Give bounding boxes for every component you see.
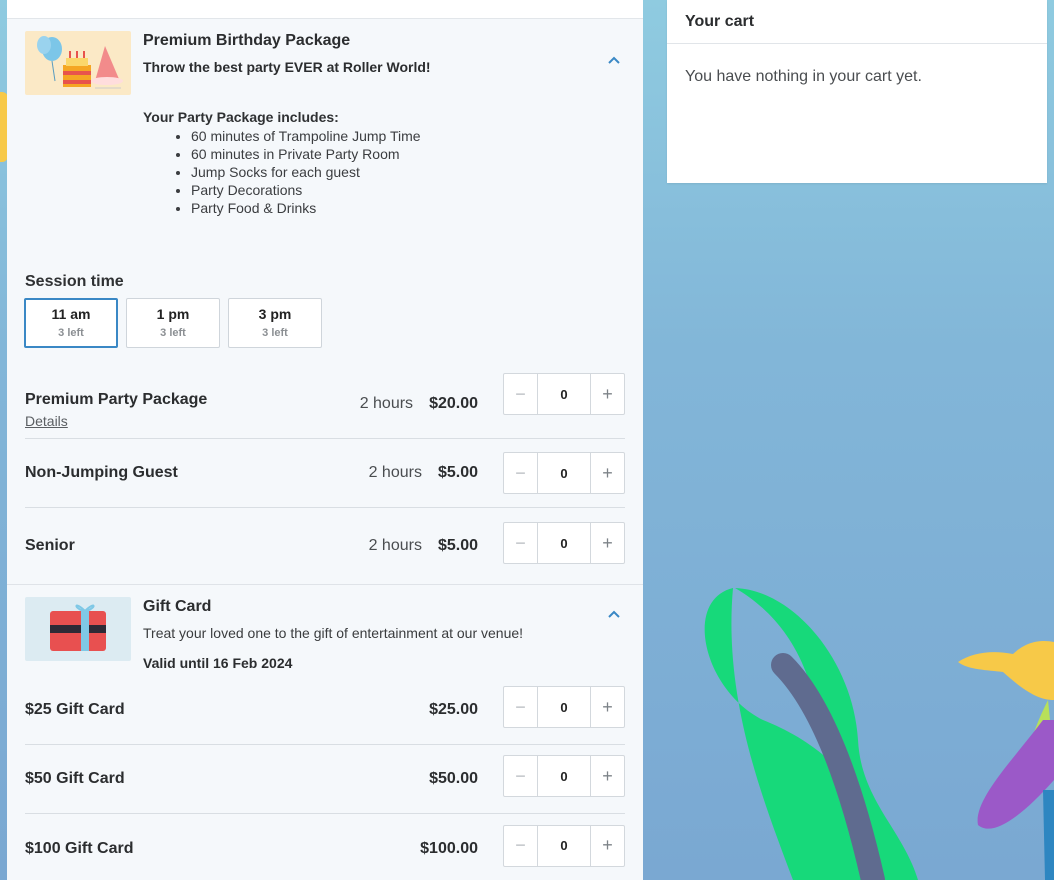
- gift-card-title: Gift Card: [143, 598, 212, 615]
- gift-card-row-25: $25 Gift Card $25.00 − 0 +: [25, 676, 625, 745]
- session-time: 3 pm: [258, 306, 292, 322]
- session-option-11am[interactable]: 11 am 3 left: [24, 298, 118, 348]
- session-time-label: Session time: [25, 273, 124, 290]
- increment-button[interactable]: +: [590, 687, 624, 727]
- increment-button[interactable]: +: [590, 453, 624, 493]
- quantity-value[interactable]: 0: [538, 374, 590, 414]
- birthday-thumbnail: [25, 31, 131, 95]
- list-item: 60 minutes of Trampoline Jump Time: [191, 127, 625, 145]
- list-item: Party Decorations: [191, 181, 625, 199]
- gift-card-validity: Valid until 16 Feb 2024: [143, 655, 293, 671]
- list-item: Party Food & Drinks: [191, 199, 625, 217]
- quantity-value[interactable]: 0: [538, 756, 590, 796]
- top-strip: [7, 0, 643, 19]
- chevron-up-icon[interactable]: [607, 609, 621, 619]
- ticket-duration: 2 hours: [368, 464, 422, 481]
- ticket-name: Senior: [25, 537, 75, 554]
- ticket-name: Premium Party Package: [25, 390, 208, 408]
- ticket-info: Non-Jumping Guest: [25, 464, 369, 482]
- quantity-value[interactable]: 0: [538, 687, 590, 727]
- ticket-price: $50.00: [429, 770, 478, 787]
- quantity-stepper: − 0 +: [503, 373, 625, 415]
- list-item: Jump Socks for each guest: [191, 163, 625, 181]
- gift-card-thumbnail: [25, 597, 131, 661]
- session-availability: 3 left: [262, 327, 288, 339]
- ticket-price: $20.00: [429, 394, 478, 412]
- cart-title: Your cart: [667, 0, 1047, 44]
- decrement-button[interactable]: −: [504, 687, 538, 727]
- birthday-cake-icon: [37, 36, 123, 89]
- quantity-value[interactable]: 0: [538, 523, 590, 563]
- decrement-button[interactable]: −: [504, 453, 538, 493]
- increment-button[interactable]: +: [590, 825, 624, 866]
- gift-card-description: Treat your loved one to the gift of ente…: [143, 625, 524, 641]
- cart-empty-message: You have nothing in your cart yet.: [685, 68, 922, 85]
- ticket-row-premium-party-package: Premium Party Package Details 2 hours $2…: [25, 369, 625, 439]
- gift-card-row-50: $50 Gift Card $50.00 − 0 +: [25, 745, 625, 814]
- ticket-row-senior: Senior 2 hours $5.00 − 0 +: [25, 508, 625, 584]
- gift-card-header: Gift Card Treat your loved one to the gi…: [7, 585, 643, 671]
- birthday-tagline: Throw the best party EVER at Roller Worl…: [143, 59, 431, 75]
- session-time: 1 pm: [156, 306, 190, 322]
- ticket-info: $50 Gift Card: [25, 770, 429, 788]
- cart-panel: Your cart You have nothing in your cart …: [667, 0, 1047, 183]
- quantity-stepper: − 0 +: [503, 522, 625, 564]
- increment-button[interactable]: +: [590, 756, 624, 796]
- birthday-package-header: Premium Birthday Package Throw the best …: [7, 19, 643, 217]
- session-time-options: 11 am 3 left 1 pm 3 left 3 pm 3 left: [7, 291, 643, 348]
- session-option-3pm[interactable]: 3 pm 3 left: [228, 298, 322, 348]
- ticket-price: $25.00: [429, 701, 478, 718]
- increment-button[interactable]: +: [590, 374, 624, 414]
- increment-button[interactable]: +: [590, 523, 624, 563]
- quantity-stepper: − 0 +: [503, 824, 625, 867]
- chevron-up-icon[interactable]: [607, 55, 621, 65]
- ticket-price: $5.00: [437, 464, 478, 481]
- birthday-title: Premium Birthday Package: [143, 32, 351, 49]
- quantity-value[interactable]: 0: [538, 453, 590, 493]
- ticket-duration: 2 hours: [359, 394, 414, 412]
- quantity-value[interactable]: 0: [538, 826, 590, 866]
- quantity-stepper: − 0 +: [503, 686, 625, 728]
- ticket-name: $25 Gift Card: [25, 701, 125, 718]
- ticket-info: Senior: [25, 537, 369, 555]
- includes-list: 60 minutes of Trampoline Jump Time 60 mi…: [191, 127, 625, 217]
- gift-box-icon: [50, 604, 106, 651]
- ticket-name: Non-Jumping Guest: [25, 464, 178, 481]
- decrement-button[interactable]: −: [504, 374, 538, 414]
- session-availability: 3 left: [160, 327, 186, 339]
- ticket-info: $100 Gift Card: [25, 840, 420, 858]
- ticket-duration: 2 hours: [368, 537, 422, 554]
- product-panel: Premium Birthday Package Throw the best …: [7, 0, 643, 880]
- session-availability: 3 left: [58, 327, 84, 339]
- birthday-header-text: Premium Birthday Package Throw the best …: [143, 31, 625, 217]
- session-option-1pm[interactable]: 1 pm 3 left: [126, 298, 220, 348]
- ticket-info: $25 Gift Card: [25, 701, 429, 719]
- includes-title: Your Party Package includes:: [143, 109, 339, 125]
- gift-card-row-100: $100 Gift Card $100.00 − 0 +: [25, 814, 625, 880]
- ticket-price: $5.00: [437, 537, 478, 554]
- session-time: 11 am: [51, 306, 91, 322]
- quantity-stepper: − 0 +: [503, 755, 625, 797]
- list-item: 60 minutes in Private Party Room: [191, 145, 625, 163]
- gift-card-section: Gift Card Treat your loved one to the gi…: [7, 584, 643, 880]
- birthday-package-section: Premium Birthday Package Throw the best …: [7, 19, 643, 584]
- ticket-name: $50 Gift Card: [25, 770, 125, 787]
- ticket-info: Premium Party Package Details: [25, 379, 360, 429]
- quantity-stepper: − 0 +: [503, 452, 625, 494]
- gift-card-header-text: Gift Card Treat your loved one to the gi…: [143, 597, 625, 671]
- decrement-button[interactable]: −: [504, 523, 538, 563]
- ticket-name: $100 Gift Card: [25, 839, 134, 857]
- ticket-price: $100.00: [420, 839, 478, 857]
- decrement-button[interactable]: −: [504, 756, 538, 796]
- details-link[interactable]: Details: [25, 413, 360, 429]
- ticket-row-non-jumping-guest: Non-Jumping Guest 2 hours $5.00 − 0 +: [25, 439, 625, 508]
- decrement-button[interactable]: −: [504, 825, 538, 866]
